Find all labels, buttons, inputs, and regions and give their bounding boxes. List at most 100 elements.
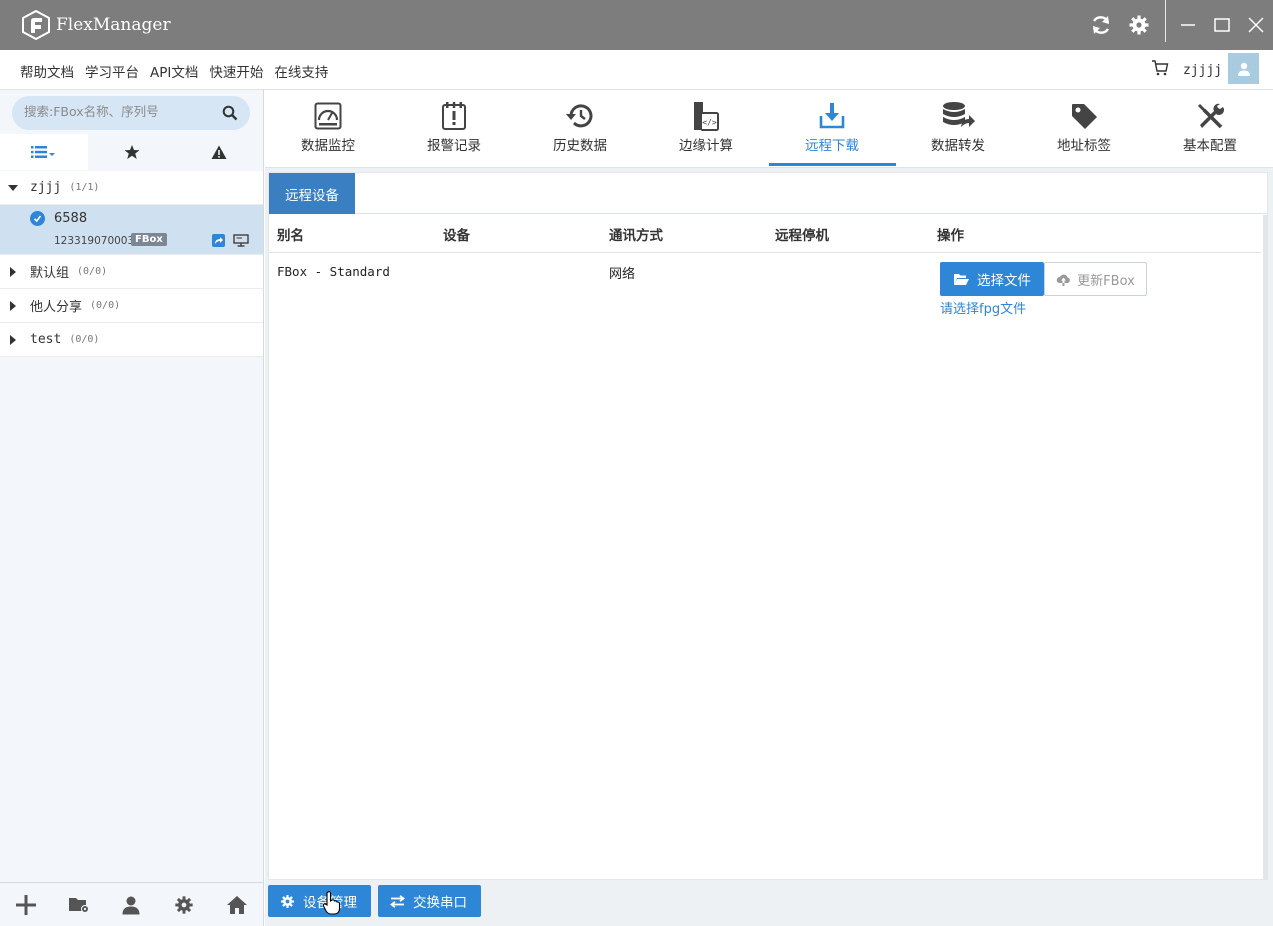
select-file-hint: 请选择fpg文件: [940, 302, 1027, 317]
device-manage-button[interactable]: 设备管理: [268, 885, 371, 917]
tool-address-tags[interactable]: 地址标签: [1021, 90, 1147, 168]
hand-cursor-icon: [322, 891, 341, 915]
user-button[interactable]: [105, 883, 158, 926]
edge-code-icon: </>: [694, 102, 719, 131]
group-name: zjjj: [30, 180, 62, 195]
cell-alias: FBox - Standard: [277, 264, 390, 279]
close-icon[interactable]: [1243, 12, 1269, 38]
minimize-icon[interactable]: [1175, 12, 1201, 38]
gear-icon: [175, 895, 193, 914]
group-count: (0/0): [77, 266, 108, 277]
tool-label: 远程下载: [805, 138, 859, 154]
tools-icon: [1198, 103, 1224, 129]
caret-right-icon: [10, 334, 16, 345]
settings-button[interactable]: [158, 883, 211, 926]
tool-alarm-records[interactable]: 报警记录: [391, 90, 517, 168]
warning-icon: [211, 145, 227, 159]
swap-serial-button[interactable]: 交换串口: [378, 885, 481, 917]
home-icon: [226, 895, 247, 914]
device-item[interactable]: 6588 123319070003 FBox: [0, 205, 263, 255]
title-divider: [1165, 0, 1166, 42]
update-fbox-label: 更新FBox: [1077, 273, 1135, 289]
group-zjjj[interactable]: zjjj (1/1): [0, 171, 263, 205]
group-shared[interactable]: 他人分享 (0/0): [0, 289, 263, 323]
star-icon: [124, 145, 139, 159]
feature-toolbar: 数据监控 报警记录 历史数据 </> 边缘计算 远程下载 数据转发 地址标签 基: [265, 90, 1273, 168]
alarm-clipboard-icon: [442, 102, 466, 130]
menu-online-support[interactable]: 在线支持: [274, 61, 328, 81]
group-name: test: [30, 332, 62, 347]
history-icon: [566, 104, 593, 128]
menu-help-docs[interactable]: 帮助文档: [20, 61, 74, 81]
select-file-label: 选择文件: [977, 273, 1031, 289]
group-default[interactable]: 默认组 (0/0): [0, 255, 263, 289]
tag-icon: [1072, 104, 1097, 129]
settings-gear-icon[interactable]: [1126, 12, 1152, 38]
search-icon[interactable]: [222, 105, 238, 121]
group-count: (1/1): [69, 182, 100, 193]
device-tree: zjjj (1/1) 6588 123319070003 FBox 默认组 (0…: [0, 171, 263, 357]
device-type-badge: FBox: [131, 233, 167, 246]
cell-comm: 网络: [609, 267, 636, 282]
caret-right-icon: [10, 266, 16, 277]
username[interactable]: zjjjj: [1183, 63, 1222, 78]
menu-bar: 帮助文档 学习平台 API文档 快速开始 在线支持 zjjjj: [0, 50, 1273, 90]
caret-right-icon: [10, 300, 16, 311]
tab-remote-devices[interactable]: 远程设备: [269, 173, 355, 214]
tool-data-forward[interactable]: 数据转发: [895, 90, 1021, 168]
col-comm-header: 通讯方式: [609, 228, 663, 244]
cart-icon[interactable]: [1151, 59, 1169, 81]
device-name: 6588: [54, 211, 88, 226]
vertical-scrollbar[interactable]: [1263, 215, 1268, 879]
caret-down-icon: [8, 184, 18, 191]
tool-edge-computing[interactable]: </> 边缘计算: [643, 90, 769, 168]
flexmanager-logo-icon: [22, 10, 50, 40]
tool-label: 数据监控: [301, 138, 355, 154]
database-forward-icon: [943, 102, 975, 127]
search-input[interactable]: [24, 104, 214, 119]
menu-quick-start[interactable]: 快速开始: [209, 61, 263, 81]
group-count: (0/0): [69, 334, 100, 345]
exchange-icon: [390, 894, 405, 908]
tool-label: 历史数据: [553, 138, 607, 154]
list-icon: [30, 146, 55, 158]
sidebar-tabs: [0, 134, 263, 170]
maximize-icon[interactable]: [1209, 12, 1235, 38]
app-title: FlexManager: [56, 15, 171, 35]
share-icon[interactable]: [212, 234, 225, 247]
tool-data-monitor[interactable]: 数据监控: [265, 90, 391, 168]
refresh-icon[interactable]: [1088, 12, 1114, 38]
sidebar-bottom-bar: [0, 882, 263, 926]
home-button[interactable]: [210, 883, 263, 926]
col-alias-header: 别名: [277, 228, 304, 244]
title-bar: FlexManager: [0, 0, 1273, 50]
swap-serial-label: 交换串口: [413, 895, 467, 911]
online-check-icon: [30, 211, 45, 226]
avatar[interactable]: [1228, 53, 1259, 84]
tab-list-view[interactable]: [0, 134, 88, 170]
monitor-icon[interactable]: [233, 234, 249, 247]
select-file-button[interactable]: 选择文件: [940, 262, 1044, 296]
update-fbox-button[interactable]: 更新FBox: [1044, 262, 1147, 296]
table-row: FBox - Standard 网络 选择文件 更新FBox 请选择fpg文件: [269, 253, 1261, 323]
menu-api-docs[interactable]: API文档: [150, 61, 198, 81]
tab-favorites[interactable]: [88, 134, 176, 170]
tool-label: 边缘计算: [679, 138, 733, 154]
sidebar: zjjj (1/1) 6588 123319070003 FBox 默认组 (0…: [0, 90, 264, 926]
svg-text:</>: </>: [702, 118, 717, 127]
tool-basic-config[interactable]: 基本配置: [1147, 90, 1273, 168]
tool-label: 数据转发: [931, 138, 985, 154]
folder-settings-button[interactable]: [53, 883, 106, 926]
group-name: 他人分享: [30, 300, 83, 315]
table-header: 别名 设备 通讯方式 远程停机 操作: [269, 216, 1261, 253]
tool-remote-download[interactable]: 远程下载: [769, 90, 896, 168]
user-icon: [1237, 62, 1250, 76]
menu-learning-platform[interactable]: 学习平台: [85, 61, 139, 81]
cloud-upload-icon: [1056, 274, 1070, 286]
group-test[interactable]: test (0/0): [0, 323, 263, 357]
folder-gear-icon: [68, 897, 89, 913]
add-button[interactable]: [0, 883, 53, 926]
tool-history-data[interactable]: 历史数据: [517, 90, 643, 168]
tab-alarms[interactable]: [175, 134, 263, 170]
bottom-actions: 设备管理 交换串口: [268, 885, 481, 917]
